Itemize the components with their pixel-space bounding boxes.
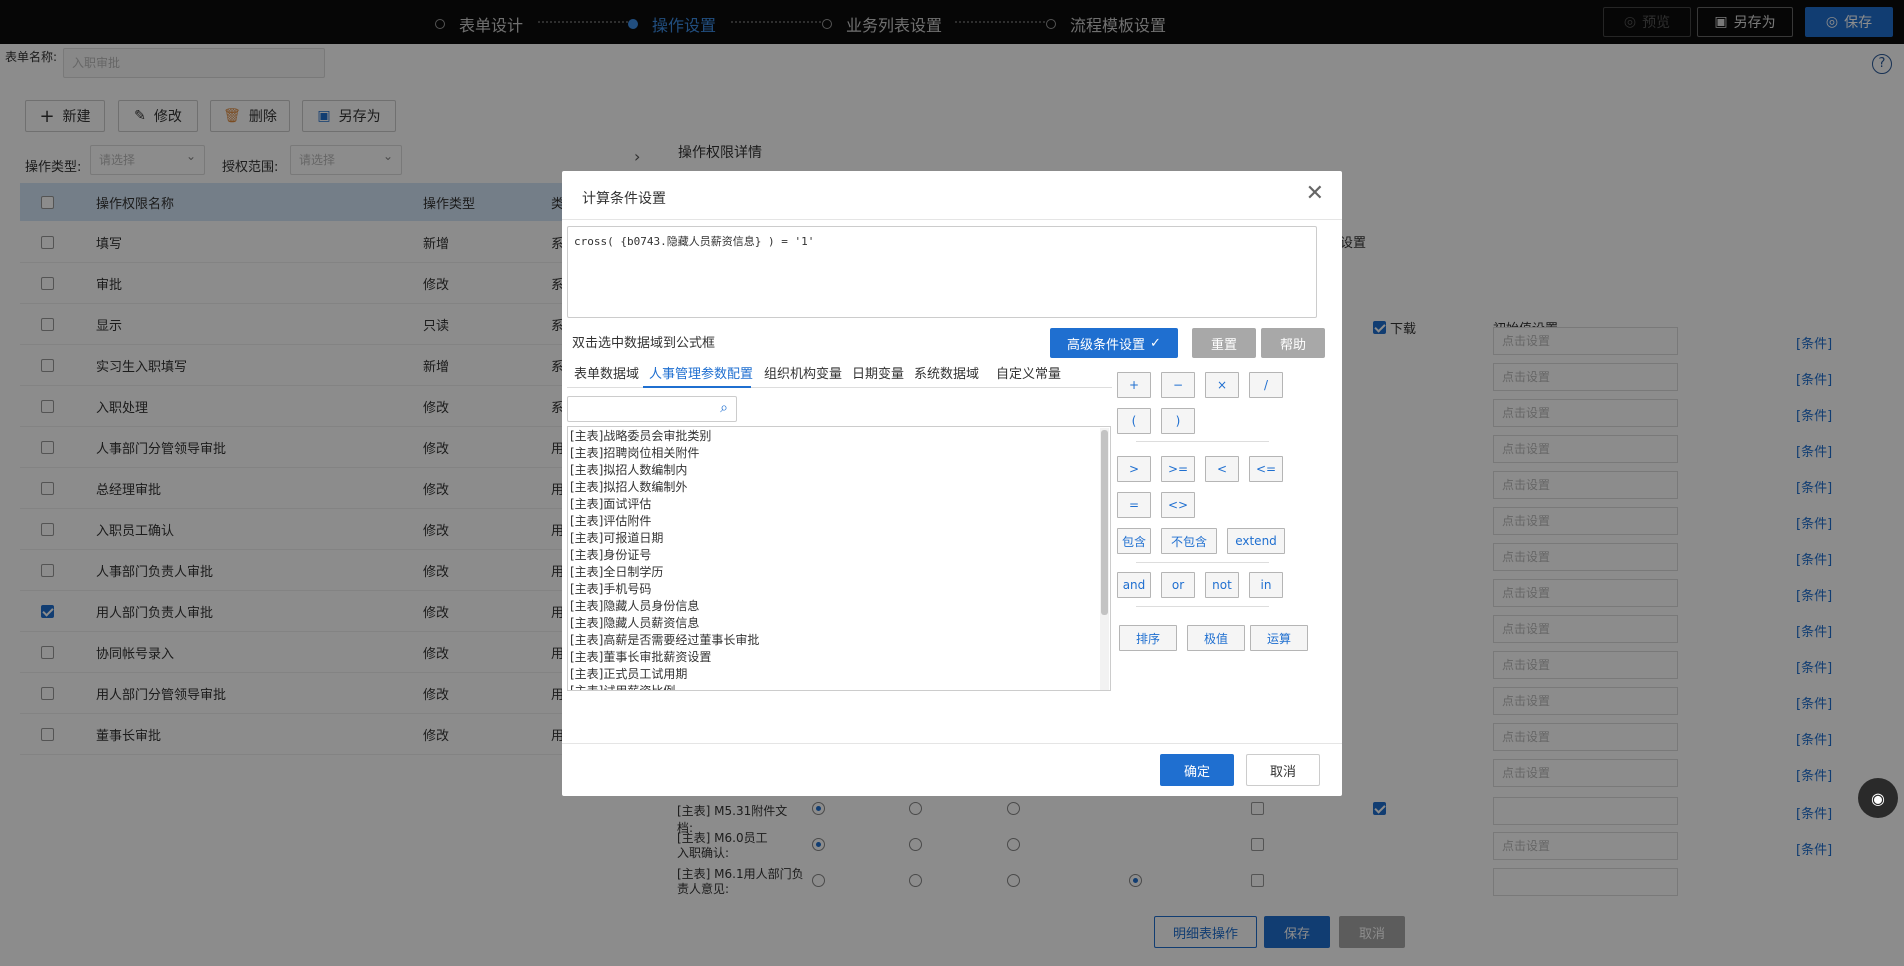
field-list[interactable]: [主表]战略委员会审批类别 [主表]招聘岗位相关附件 [主表]拟招人数编制内 [主表]… xyxy=(567,426,1111,691)
operator-button-compare-0[interactable]: > xyxy=(1117,456,1151,482)
tab-form-data[interactable]: 表单数据域 xyxy=(574,363,639,382)
calc-condition-dialog: 计算条件设置 ✕ cross( {b0743.隐藏人员薪资信息} ) = '1'… xyxy=(562,171,1342,796)
tab-system-data[interactable]: 系统数据域 xyxy=(914,363,979,382)
operator-button-compare-2[interactable]: < xyxy=(1205,456,1239,482)
tab-org-variables[interactable]: 组织机构变量 xyxy=(764,363,842,382)
field-list-item[interactable]: [主表]面试评估 xyxy=(568,496,1110,513)
field-list-item[interactable]: [主表]正式员工试用期 xyxy=(568,666,1110,683)
scrollbar-thumb[interactable] xyxy=(1101,430,1108,615)
divider xyxy=(1136,441,1269,442)
operator-button-compare-3[interactable]: <= xyxy=(1249,456,1283,482)
operator-button-func-2[interactable]: 运算 xyxy=(1250,625,1308,651)
tab-custom-constants[interactable]: 自定义常量 xyxy=(996,363,1061,382)
check-icon: ✓ xyxy=(1150,335,1161,351)
field-list-item[interactable]: [主表]可报道日期 xyxy=(568,530,1110,547)
operator-button-logic-0[interactable]: and xyxy=(1117,572,1151,598)
field-list-item[interactable]: [主表]隐藏人员身份信息 xyxy=(568,598,1110,615)
operator-button-contain-2[interactable]: extend xyxy=(1227,528,1285,554)
close-icon[interactable]: ✕ xyxy=(1306,183,1324,205)
field-list-item[interactable]: [主表]招聘岗位相关附件 xyxy=(568,445,1110,462)
operator-button-equal-1[interactable]: <> xyxy=(1161,492,1195,518)
reset-button[interactable]: 重置 xyxy=(1192,328,1256,358)
list-scrollbar[interactable] xyxy=(1100,428,1109,690)
field-list-item[interactable]: [主表]手机号码 xyxy=(568,581,1110,598)
field-search-input[interactable]: ⌕ xyxy=(567,396,737,422)
field-list-item[interactable]: [主表]拟招人数编制外 xyxy=(568,479,1110,496)
field-list-item[interactable]: [主表]董事长审批薪资设置 xyxy=(568,649,1110,666)
field-list-item[interactable]: [主表]隐藏人员薪资信息 xyxy=(568,615,1110,632)
field-list-item[interactable]: [主表]身份证号 xyxy=(568,547,1110,564)
divider xyxy=(562,219,1342,220)
operator-button-func-1[interactable]: 极值 xyxy=(1187,625,1245,651)
cancel-button[interactable]: 取消 xyxy=(1246,754,1320,786)
operator-button-arith-1[interactable]: − xyxy=(1161,372,1195,398)
operator-button-arith-2[interactable]: × xyxy=(1205,372,1239,398)
tab-hr-params[interactable]: 人事管理参数配置 xyxy=(649,363,753,382)
field-list-item[interactable]: [主表]试用薪资比例 xyxy=(568,683,1110,690)
operator-button-logic-2[interactable]: not xyxy=(1205,572,1239,598)
divider xyxy=(562,743,1342,744)
help-button[interactable]: 帮助 xyxy=(1261,328,1325,358)
divider xyxy=(1136,606,1269,607)
formula-hint: 双击选中数据域到公式框 xyxy=(572,336,716,351)
operator-button-func-0[interactable]: 排序 xyxy=(1119,625,1177,651)
operator-button-contain-1[interactable]: 不包含 xyxy=(1161,528,1217,554)
operator-button-compare-1[interactable]: >= xyxy=(1161,456,1195,482)
operator-button-arith-0[interactable]: + xyxy=(1117,372,1151,398)
formula-textarea[interactable]: cross( {b0743.隐藏人员薪资信息} ) = '1' xyxy=(567,226,1317,318)
field-list-item[interactable]: [主表]拟招人数编制内 xyxy=(568,462,1110,479)
advanced-condition-button[interactable]: 高级条件设置 ✓ xyxy=(1050,328,1178,358)
data-source-tabs: 表单数据域 人事管理参数配置 组织机构变量 日期变量 系统数据域 自定义常量 xyxy=(567,360,1112,388)
operator-button-equal-0[interactable]: = xyxy=(1117,492,1151,518)
active-tab-indicator xyxy=(643,386,751,388)
search-icon: ⌕ xyxy=(720,400,728,416)
confirm-button[interactable]: 确定 xyxy=(1160,754,1234,786)
operator-button-logic-1[interactable]: or xyxy=(1161,572,1195,598)
tab-date-variables[interactable]: 日期变量 xyxy=(852,363,904,382)
operator-button-paren-0[interactable]: ( xyxy=(1117,408,1151,434)
field-list-item[interactable]: [主表]全日制学历 xyxy=(568,564,1110,581)
operator-button-contain-0[interactable]: 包含 xyxy=(1117,528,1151,554)
field-list-item[interactable]: [主表]战略委员会审批类别 xyxy=(568,428,1110,445)
field-list-item[interactable]: [主表]高薪是否需要经过董事长审批 xyxy=(568,632,1110,649)
dialog-title: 计算条件设置 xyxy=(582,191,666,207)
divider xyxy=(1136,562,1269,563)
operator-button-arith-3[interactable]: / xyxy=(1249,372,1283,398)
operator-button-paren-1[interactable]: ) xyxy=(1161,408,1195,434)
field-list-item[interactable]: [主表]评估附件 xyxy=(568,513,1110,530)
operator-button-logic-3[interactable]: in xyxy=(1249,572,1283,598)
eye-icon[interactable]: ◉ xyxy=(1858,778,1898,818)
